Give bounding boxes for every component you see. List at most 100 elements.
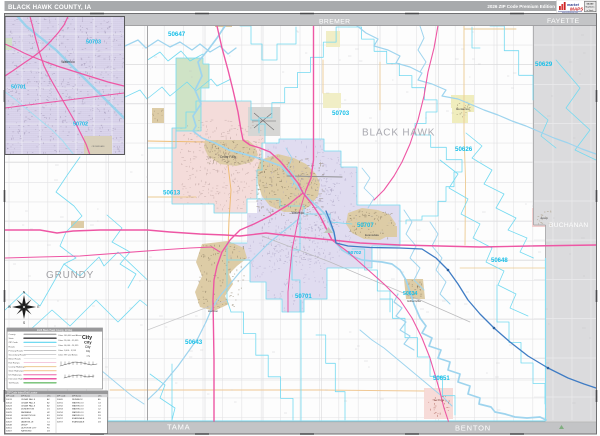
svg-text:50626: 50626: [455, 146, 473, 153]
svg-text:50647: 50647: [6, 421, 13, 423]
svg-text:50634: 50634: [403, 291, 418, 297]
svg-text:DUNKERTON: DUNKERTON: [21, 409, 35, 411]
svg-text:ZIP Name: ZIP Name: [72, 396, 82, 398]
svg-text:Dunkerton: Dunkerton: [456, 107, 470, 111]
svg-text:50703: 50703: [332, 110, 350, 117]
svg-text:ZIP Code: ZIP Code: [57, 396, 66, 398]
svg-text:Exit Ramps: Exit Ramps: [9, 361, 21, 364]
svg-text:LTC: LTC: [47, 396, 51, 398]
svg-text:50648: 50648: [491, 258, 508, 264]
svg-text:Cities 999 and Below: Cities 999 and Below: [58, 353, 78, 356]
svg-text:BLACK HAWK: BLACK HAWK: [362, 128, 435, 139]
svg-text:State Highways: State Highways: [9, 370, 25, 373]
svg-text:50703: 50703: [86, 40, 101, 46]
svg-text:BUCHANAN: BUCHANAN: [549, 222, 588, 229]
svg-text:GRUNDY: GRUNDY: [46, 270, 94, 281]
svg-text:CEDAR FALLS: CEDAR FALLS: [21, 398, 36, 401]
svg-text:JANESVILLE: JANESVILLE: [21, 420, 34, 423]
svg-text:50651: 50651: [6, 428, 13, 430]
svg-text:50613: 50613: [6, 399, 13, 401]
svg-text:US Highways: US Highways: [9, 375, 23, 377]
svg-text:Toll Roads: Toll Roads: [9, 383, 20, 385]
svg-text:FAIRBANK: FAIRBANK: [21, 411, 32, 414]
svg-text:W: W: [8, 305, 11, 309]
svg-text:ZIP Code: ZIP Code: [6, 396, 15, 398]
svg-text:GILBERTVILLE: GILBERTVILLE: [21, 415, 36, 417]
svg-text:50623: 50623: [6, 406, 13, 408]
svg-text:ZIP Name: ZIP Name: [21, 396, 31, 398]
svg-text:BREMER: BREMER: [319, 19, 350, 26]
svg-text:JESUP: JESUP: [21, 424, 28, 426]
svg-text:WATERLOO: WATERLOO: [72, 414, 84, 417]
svg-text:LTC: LTC: [98, 396, 102, 398]
svg-text:RAYMOND: RAYMOND: [21, 430, 32, 433]
svg-text:Cities 10,000 - 24,999: Cities 10,000 - 24,999: [58, 344, 79, 347]
svg-text:50704: 50704: [57, 412, 64, 414]
svg-text:50626: 50626: [6, 409, 13, 411]
svg-text:50702: 50702: [73, 122, 88, 128]
svg-text:50614: 50614: [6, 402, 13, 404]
svg-text:50647: 50647: [168, 31, 186, 38]
svg-text:50701: 50701: [295, 294, 312, 300]
svg-text:2026 ZIP Code Premium Edition: 2026 ZIP Code Premium Edition: [487, 4, 555, 9]
svg-text:50702: 50702: [348, 250, 362, 256]
svg-text:50669: 50669: [57, 399, 64, 401]
svg-text:50702: 50702: [57, 406, 64, 408]
svg-text:EVANSDALE: EVANSDALE: [72, 417, 85, 420]
svg-text:WATERLOO: WATERLOO: [72, 411, 84, 414]
svg-text:50703: 50703: [57, 409, 64, 411]
svg-text:50706: 50706: [57, 415, 64, 417]
svg-text:2026 Black Hawk County, IA Map: 2026 Black Hawk County, IA Map: [37, 329, 73, 332]
svg-text:Hudson: Hudson: [208, 309, 219, 313]
svg-text:50707: 50707: [357, 223, 374, 229]
svg-text:50701: 50701: [11, 85, 26, 91]
svg-text:La Porte: La Porte: [434, 398, 445, 402]
svg-text:WATERLOO: WATERLOO: [72, 401, 84, 404]
svg-text:50648: 50648: [6, 424, 13, 426]
svg-text:REINBECK: REINBECK: [72, 399, 83, 401]
svg-text:50701: 50701: [57, 402, 64, 404]
svg-text:Cities 25,000 - 99,999: Cities 25,000 - 99,999: [58, 339, 79, 342]
svg-text:50667: 50667: [6, 431, 13, 433]
svg-text:50634: 50634: [6, 415, 13, 417]
svg-text:City: City: [84, 339, 92, 344]
svg-text:Gilbertville: Gilbertville: [407, 299, 421, 303]
svg-text:Cedar Falls: Cedar Falls: [220, 155, 237, 159]
svg-text:BLACK HAWK COUNTY, IA: BLACK HAWK COUNTY, IA: [8, 4, 92, 11]
svg-text:50651: 50651: [433, 376, 450, 382]
svg-text:Minor Roads: Minor Roads: [9, 357, 22, 360]
svg-text:MAPS: MAPS: [570, 7, 584, 12]
svg-text:50707: 50707: [57, 421, 64, 423]
svg-text:BENTON: BENTON: [455, 424, 491, 433]
svg-text:Primary Roads: Primary Roads: [9, 349, 24, 352]
svg-text:LA PORTE CITY: LA PORTE CITY: [21, 427, 37, 430]
svg-text:TAMA: TAMA: [167, 423, 190, 432]
svg-text:HUDSON: HUDSON: [21, 418, 31, 420]
svg-text:ZIP Code: ZIP Code: [9, 342, 19, 344]
svg-text:Roads: Roads: [9, 346, 16, 348]
svg-text:MapBooks: MapBooks: [586, 7, 595, 9]
svg-text:Cities 1,000 - 9,999: Cities 1,000 - 9,999: [58, 349, 77, 352]
svg-text:Cities 100,000 and Above: Cities 100,000 and Above: [58, 334, 83, 337]
svg-text:WATERLOO: WATERLOO: [72, 408, 84, 411]
svg-text:ZIP Code Index/Grid Locator: ZIP Code Index/Grid Locator: [7, 392, 38, 395]
svg-text:50643: 50643: [185, 339, 203, 346]
svg-text:50707: 50707: [57, 418, 64, 420]
svg-text:50629: 50629: [6, 412, 13, 414]
svg-text:WATERLOO: WATERLOO: [72, 405, 84, 408]
svg-text:50629: 50629: [535, 61, 553, 68]
svg-text:in Stock: in Stock: [587, 9, 594, 12]
svg-text:County: County: [9, 333, 17, 336]
svg-text:S: S: [23, 321, 25, 325]
svg-text:FAYETTE: FAYETTE: [547, 18, 580, 25]
svg-text:Jesup: Jesup: [540, 216, 548, 220]
svg-text:CEDAR FALLS: CEDAR FALLS: [21, 401, 36, 404]
svg-text:50,000: 50,000: [587, 3, 594, 5]
svg-text:City: City: [85, 345, 91, 349]
svg-text:50643: 50643: [6, 418, 13, 420]
svg-text:CEDAR FALLS: CEDAR FALLS: [21, 405, 36, 408]
svg-text:State: State: [9, 337, 15, 340]
svg-text:Waterloo: Waterloo: [61, 60, 75, 64]
svg-text:Waterloo: Waterloo: [292, 211, 305, 215]
svg-text:E: E: [37, 305, 39, 309]
